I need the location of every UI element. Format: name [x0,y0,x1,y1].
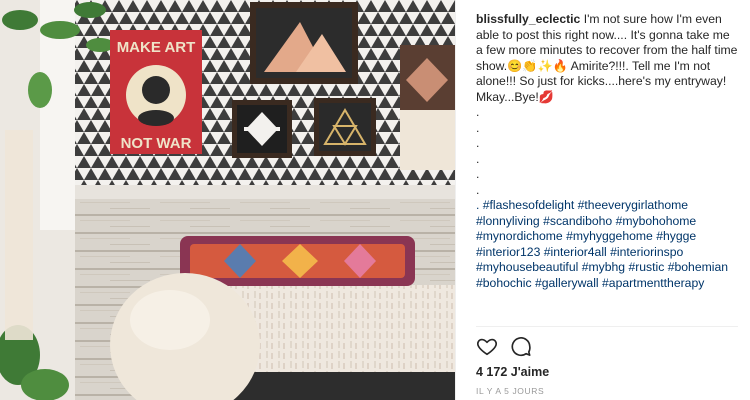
caption-dot-line: . [476,136,480,150]
post-caption: blissfully_eclectic I'm not sure how I'm… [476,12,738,325]
caption-dot-line: . [476,151,480,166]
post-timestamp[interactable]: IL Y A 5 JOURS [476,386,544,396]
username-link[interactable]: blissfully_eclectic [476,12,580,26]
action-bar [476,335,532,357]
caption-dot-line: . [476,167,480,181]
comment-icon[interactable] [510,335,532,357]
poster-top-text: MAKE ART [117,39,196,56]
post-photo[interactable]: MAKE ART NOT WAR [0,0,455,400]
entryway-photo: MAKE ART NOT WAR [0,0,455,400]
like-count[interactable]: 4 172 J'aime [476,365,549,379]
caption-hashtags[interactable]: . #flashesofdelight #theeverygirlathome … [476,198,738,291]
instagram-post: MAKE ART NOT WAR blissfully_eclectic I'm… [0,0,750,400]
heart-icon[interactable] [476,335,498,357]
caption-dot-line: . [476,182,480,197]
caption-dot-line: . [476,105,480,119]
caption-dot-line: . [476,120,480,135]
post-details-panel: blissfully_eclectic I'm not sure how I'm… [455,0,750,400]
section-divider [476,326,738,327]
poster-bottom-text: NOT WAR [121,135,192,152]
caption-first-paragraph: blissfully_eclectic I'm not sure how I'm… [476,12,737,104]
